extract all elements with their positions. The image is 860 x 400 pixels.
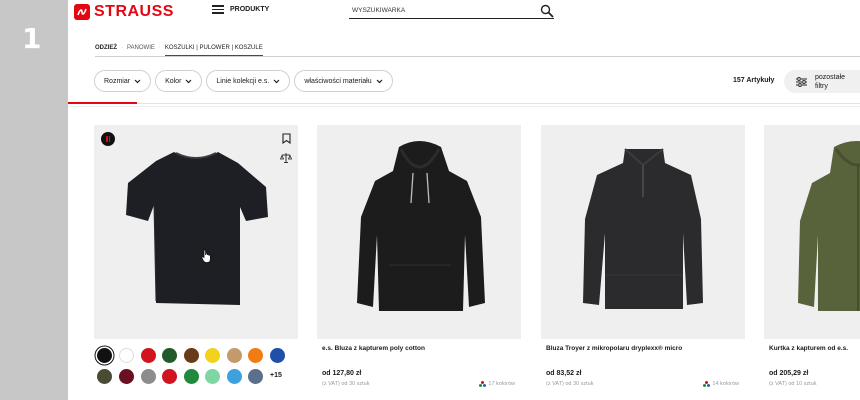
product-image[interactable] [541,125,745,339]
strauss-logo-icon [74,4,90,20]
swatch[interactable] [227,369,242,384]
breadcrumb: ODZIEŻ · PANOWIE · KOSZULKI | PULOWER | … [95,45,267,57]
swatch[interactable] [205,369,220,384]
filter-active-indicator [68,102,137,104]
more-filters-line1: pozostałe [815,73,845,81]
brand-name: STRAUSS [94,3,174,20]
swatch[interactable] [184,348,199,363]
pause-icon[interactable] [101,132,115,146]
filter-collection-dropdown[interactable]: Linie kolekcji e.s. [206,70,291,92]
swatch[interactable] [119,348,134,363]
hoodie-image [357,141,485,311]
swatch[interactable] [248,348,263,363]
chevron-down-icon [376,79,383,83]
swatch[interactable] [162,369,177,384]
breadcrumb-item-clothing[interactable]: ODZIEŻ [95,45,117,51]
products-menu-label: PRODUKTY [230,6,270,13]
filter-collection-label: Linie kolekcji e.s. [216,77,270,85]
breadcrumb-item-men[interactable]: PANOWIE [127,45,155,51]
more-filters-text: pozostałe filtry [815,73,845,91]
breadcrumb-separator: · [158,45,161,51]
swatch[interactable] [141,369,156,384]
product-price-note: (z VAT) od 30 sztuk [322,381,370,387]
sliders-icon [796,76,807,87]
product-color-count: 17 kolorów [479,381,515,387]
result-count: 157 Artykuły [733,77,775,84]
product-name[interactable]: Bluza Troyer z mikropolaru dryplexx® mic… [546,345,682,352]
hand-cursor-icon [201,249,211,263]
hooded-jacket-image [798,141,860,311]
search-icon[interactable] [540,4,554,18]
swatch[interactable] [270,348,285,363]
swatch[interactable] [97,369,112,384]
filter-color-dropdown[interactable]: Kolor [155,70,203,92]
chevron-down-icon [185,79,192,83]
chevron-down-icon [134,79,141,83]
product-price-note: (z VAT) od 30 sztuk [546,381,594,387]
product-listing-page: STRAUSS PRODUKTY WYSZUKIWARKA ODZIEŻ · P… [68,0,860,400]
breadcrumb-item-shirts[interactable]: KOSZULKI | PULOWER | KOSZULE [164,45,263,57]
filter-bar: Rozmiar Kolor Linie kolekcji e.s. właści… [94,70,397,92]
product-card[interactable]: Kurtka z kapturem od e.s. od 205,29 zł (… [764,125,860,387]
product-image[interactable] [764,125,860,339]
product-name[interactable]: e.s. Bluza z kapturem poly cotton [322,345,425,352]
product-price: od 205,29 zł [769,370,809,377]
product-color-count: 14 kolorów [703,381,739,387]
product-image[interactable] [94,125,298,339]
bookmark-icon[interactable] [282,133,291,144]
filter-color-label: Kolor [165,77,182,85]
product-card[interactable]: Bluza Troyer z mikropolaru dryplexx® mic… [541,125,745,387]
breadcrumb-divider [95,56,860,57]
swatch[interactable] [227,348,242,363]
filter-material-label: właściwości materiału [304,77,372,85]
swatch[interactable] [248,369,263,384]
swatch[interactable] [184,369,199,384]
swatch[interactable] [119,369,134,384]
filter-divider-secondary [68,106,860,107]
product-price: od 83,52 zł [546,370,582,377]
more-filters-button[interactable]: pozostałe filtry [784,70,860,93]
more-colors-link[interactable]: +15 [270,372,282,379]
products-menu-button[interactable]: PRODUKTY [212,5,269,14]
tshirt-image [126,152,268,305]
step-number: 1 [22,22,42,55]
product-price-note: (z VAT) od 10 sztuk [769,381,817,387]
strauss-logo[interactable]: STRAUSS [74,2,174,22]
product-card[interactable] [94,125,298,339]
product-card[interactable]: e.s. Bluza z kapturem poly cotton od 127… [317,125,521,387]
filter-material-dropdown[interactable]: właściwości materiału [294,70,393,92]
search-placeholder: WYSZUKIWARKA [352,7,406,14]
chevron-down-icon [273,79,280,83]
swatch[interactable] [162,348,177,363]
swatch[interactable] [97,348,112,363]
filter-divider [68,103,860,104]
filter-size-label: Rozmiar [104,77,131,85]
search-input[interactable]: WYSZUKIWARKA [349,3,554,19]
product-price: od 127,80 zł [322,370,362,377]
product-image[interactable] [317,125,521,339]
product-name[interactable]: Kurtka z kapturem od e.s. [769,345,848,352]
swatch[interactable] [141,348,156,363]
product-colors-label: 14 kolorów [712,381,739,387]
step-frame: 1 [0,0,68,400]
color-dots-icon [703,381,711,387]
swatch[interactable] [205,348,220,363]
color-dots-icon [479,381,487,387]
product-colors-label: 17 kolorów [488,381,515,387]
more-filters-line2: filtry [815,82,828,90]
filter-size-dropdown[interactable]: Rozmiar [94,70,152,92]
hamburger-icon [212,5,224,14]
troyer-sweater-image [583,148,703,309]
compare-icon[interactable] [280,152,292,164]
breadcrumb-separator: · [121,45,123,51]
